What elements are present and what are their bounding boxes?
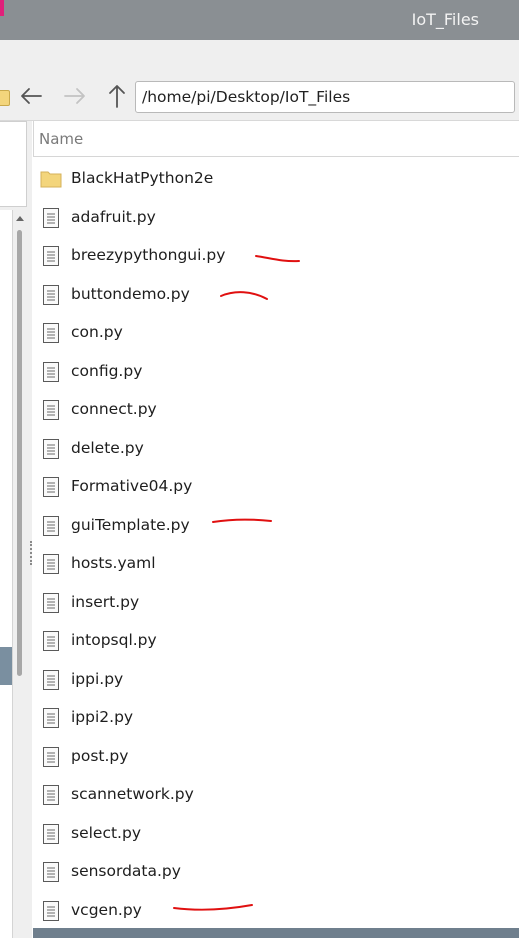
up-button[interactable] <box>104 80 130 112</box>
home-folder-icon[interactable] <box>0 90 10 106</box>
text-file-icon <box>43 900 59 921</box>
text-file-icon <box>43 554 59 574</box>
file-row[interactable]: connect.py <box>33 391 519 430</box>
file-row[interactable]: config.py <box>33 353 519 392</box>
file-row[interactable]: buttondemo.py <box>33 276 519 315</box>
text-file-icon <box>43 708 59 728</box>
file-row[interactable]: post.py <box>33 738 519 777</box>
file-name: post.py <box>71 746 129 765</box>
file-row[interactable]: scannetwork.py <box>33 776 519 815</box>
text-file-icon <box>43 592 59 613</box>
file-name: vcgen.py <box>71 900 142 919</box>
file-row[interactable]: intopsql.py <box>33 622 519 661</box>
status-bar <box>33 928 519 938</box>
file-row[interactable]: breezypythongui.py <box>33 237 519 276</box>
file-name: ippi2.py <box>71 708 134 726</box>
file-name: select.py <box>71 823 141 842</box>
file-row[interactable]: guiTemplate.py <box>33 507 519 546</box>
text-file-icon <box>43 515 59 536</box>
tree-scrollbar[interactable] <box>12 210 28 938</box>
file-row[interactable]: sensordata.py <box>33 853 519 892</box>
side-pane <box>0 121 32 938</box>
file-name: delete.py <box>71 438 144 457</box>
text-file-icon <box>43 477 59 497</box>
text-file-icon <box>43 207 59 228</box>
file-name: guiTemplate.py <box>71 515 190 534</box>
file-row[interactable]: delete.py <box>33 430 519 469</box>
file-row[interactable]: select.py <box>33 815 519 854</box>
file-name: connect.py <box>71 400 157 418</box>
file-row[interactable]: adafruit.py <box>33 199 519 238</box>
scroll-thumb[interactable] <box>17 230 22 676</box>
path-bar[interactable] <box>135 81 515 113</box>
file-row[interactable]: con.py <box>33 314 519 353</box>
text-file-icon <box>43 631 59 651</box>
file-list-pane: Name BlackHatPython2e adafruit.py breezypy… <box>33 121 519 938</box>
file-name: breezypythongui.py <box>71 246 226 264</box>
file-name: config.py <box>71 361 143 380</box>
file-name: intopsql.py <box>71 631 157 649</box>
text-file-icon <box>43 323 59 343</box>
file-name: Formative04.py <box>71 477 193 495</box>
file-list: BlackHatPython2e adafruit.py breezypythong… <box>33 160 519 930</box>
title-bar-accent <box>0 0 4 16</box>
folder-icon <box>40 171 62 188</box>
forward-button[interactable] <box>62 80 88 112</box>
file-row[interactable]: Formative04.py <box>33 468 519 507</box>
places-panel <box>0 121 27 207</box>
text-file-icon <box>43 438 59 459</box>
text-file-icon <box>43 361 59 382</box>
column-header-label: Name <box>39 130 84 148</box>
column-header-name[interactable]: Name <box>33 121 519 157</box>
text-file-icon <box>43 862 59 882</box>
file-row[interactable]: ippi2.py <box>33 699 519 738</box>
tree-selected-item[interactable] <box>0 647 12 685</box>
file-name: adafruit.py <box>71 207 156 226</box>
menu-bar <box>0 40 519 78</box>
folder-row[interactable]: BlackHatPython2e <box>33 160 519 199</box>
file-name: scannetwork.py <box>71 785 194 803</box>
arrow-left-icon <box>21 88 42 104</box>
file-name: ippi.py <box>71 669 124 688</box>
file-name: hosts.yaml <box>71 554 156 572</box>
window-title: IoT_Files <box>411 10 479 29</box>
file-name: BlackHatPython2e <box>71 169 214 187</box>
text-file-icon <box>43 823 59 844</box>
file-row[interactable]: ippi.py <box>33 661 519 700</box>
column-divider <box>33 121 34 157</box>
text-file-icon <box>43 284 59 305</box>
file-name: insert.py <box>71 592 140 611</box>
path-input[interactable] <box>136 82 514 112</box>
text-file-icon <box>43 785 59 805</box>
arrow-right-icon <box>64 88 85 104</box>
text-file-icon <box>43 400 59 420</box>
file-row[interactable]: hosts.yaml <box>33 545 519 584</box>
file-row[interactable]: vcgen.py <box>33 892 519 931</box>
file-name: buttondemo.py <box>71 284 190 303</box>
file-name: sensordata.py <box>71 862 181 880</box>
title-bar: IoT_Files <box>0 0 519 40</box>
text-file-icon <box>43 246 59 266</box>
scroll-up-icon[interactable] <box>16 216 24 221</box>
back-button[interactable] <box>18 80 44 112</box>
file-name: con.py <box>71 323 123 341</box>
arrow-up-icon <box>109 85 125 108</box>
text-file-icon <box>43 746 59 767</box>
text-file-icon <box>43 669 59 690</box>
file-row[interactable]: insert.py <box>33 584 519 623</box>
